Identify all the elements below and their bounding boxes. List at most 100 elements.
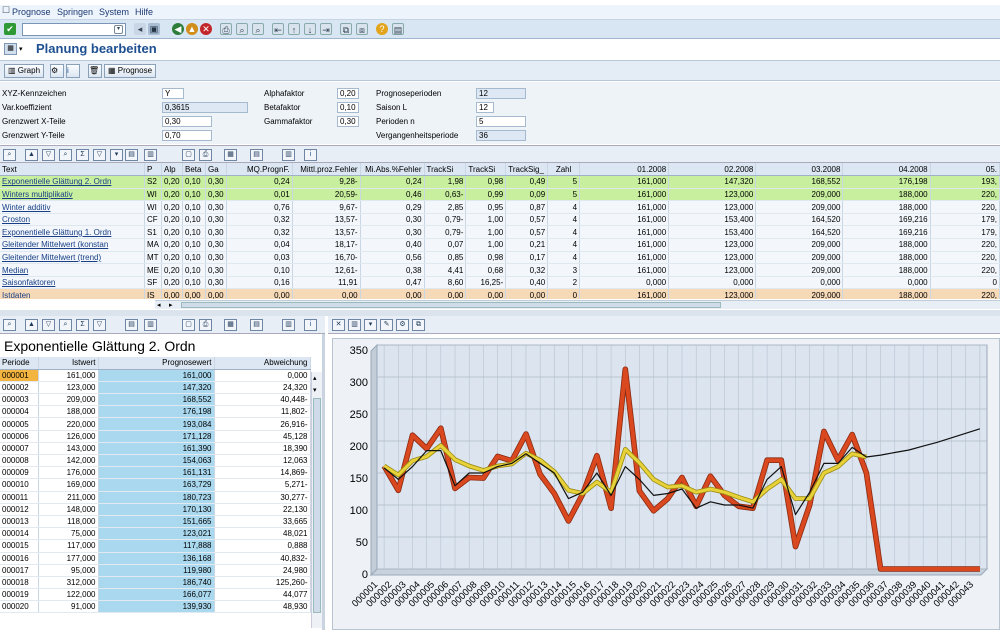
period-cell[interactable]: 000003 [0,393,39,407]
col-header[interactable]: TrackSig_ [505,163,549,177]
period-cell[interactable]: 000005 [0,417,39,431]
find-next-icon[interactable]: ⌕ [252,23,264,35]
sum-icon[interactable]: Σ [76,149,89,161]
grid-row[interactable]: Croston CF 0,20 0,10 0,30 0,32 13,57- 0,30 0,79-… [0,213,1000,227]
find-icon[interactable]: ⌕ [59,319,72,331]
next-page-icon[interactable]: ↓ [304,23,316,35]
scroll-right-icon[interactable]: ▸ [169,301,173,309]
settings-button[interactable]: ⚙ [50,64,64,78]
save-icon[interactable]: ▣ [148,23,160,35]
period-cell[interactable]: 000014 [0,527,39,541]
period-cell[interactable]: 000012 [0,503,39,516]
gamma-field[interactable]: 0,30 [337,116,359,127]
col-header[interactable]: TrackSi [424,163,467,177]
menu-prognose[interactable]: Prognose [12,7,51,17]
chart-export-icon[interactable]: ⧉ [412,319,425,331]
scroll-down-icon[interactable]: ▾ [313,386,317,394]
exit-icon[interactable]: ▲ [186,23,198,35]
help-icon[interactable]: ? [376,23,388,35]
subtotal-icon[interactable]: ▽ [93,149,106,161]
period-row[interactable]: 000020 91,000 139,930 48,930 [0,600,311,614]
period-cell[interactable]: 000016 [0,552,39,565]
chart-menu-icon[interactable]: ▾ [364,319,377,331]
period-cell[interactable]: 000009 [0,466,39,480]
chart-type-icon[interactable]: ▥ [348,319,361,331]
info-button[interactable]: i [66,64,80,78]
period-row[interactable]: 000003 209,000 168,552 40,448- [0,393,311,407]
period-row[interactable]: 000017 95,000 119,980 24,980 [0,564,311,577]
graph-button[interactable]: ▥ Graph [4,64,45,78]
col-header[interactable]: 04.2008 [842,163,931,177]
subtotal-icon[interactable]: ▽ [93,319,106,331]
period-cell[interactable]: 000018 [0,576,39,590]
saison-field[interactable]: 12 [476,102,494,113]
cancel-icon[interactable]: ✕ [200,23,212,35]
export-icon[interactable]: ▤ [125,319,138,331]
print-icon[interactable]: ⎙ [220,23,232,35]
enter-check-icon[interactable]: ✔ [4,23,16,35]
menu-icon[interactable]: ▦ [4,43,17,55]
nav-left-icon[interactable]: ◂ [134,23,146,35]
filter-icon[interactable]: ▽ [42,319,55,331]
period-row[interactable]: 000009 176,000 161,131 14,869- [0,466,311,480]
scroll-thumb[interactable] [313,398,321,613]
period-cell[interactable]: 000020 [0,600,39,614]
chart-edit-icon[interactable]: ✎ [380,319,393,331]
grid-row[interactable]: Istdaten IS 0,00 0,00 0,00 0,00 0,00 0,00 0,00 0,… [0,288,1000,299]
period-cell[interactable]: 000013 [0,515,39,529]
sort-asc-icon[interactable]: ▲ [25,149,38,161]
period-row[interactable]: 000012 148,000 170,130 22,130 [0,503,311,516]
col-header[interactable]: Mi.Abs.%Fehler [360,163,425,177]
method-name[interactable]: Croston [0,213,146,227]
grid-row[interactable]: Saisonfaktoren SF 0,20 0,10 0,30 0,16 11,91 0,4… [0,276,1000,290]
filter-icon[interactable]: ▽ [42,149,55,161]
period-row[interactable]: 000002 123,000 147,320 24,320 [0,381,311,395]
period-cell[interactable]: 000015 [0,539,39,553]
period-cell[interactable]: 000004 [0,405,39,419]
grid-row[interactable]: Median ME 0,20 0,10 0,30 0,10 12,61- 0,38 4,41 0,… [0,263,1000,277]
columns-icon[interactable]: ▤ [250,319,263,331]
period-cell[interactable]: 000007 [0,442,39,456]
method-name[interactable]: Istdaten [0,288,146,299]
method-name[interactable]: Gleitender Mittelwert (konstan [0,238,146,252]
period-cell[interactable]: 000010 [0,478,39,492]
period-row[interactable]: 000018 312,000 186,740 125,260- [0,576,311,590]
find-icon[interactable]: ⌕ [59,149,72,161]
gy-field[interactable]: 0,70 [162,130,212,141]
gx-field[interactable]: 0,30 [162,116,212,127]
columns-icon[interactable]: ▤ [250,149,263,161]
period-cell[interactable]: 000001 [0,369,39,382]
first-page-icon[interactable]: ⇤ [272,23,284,35]
close-chart-icon[interactable]: ✕ [332,319,345,331]
period-row[interactable]: 000001 161,000 161,000 0,000 [0,369,311,382]
col-header[interactable]: 05. [930,163,1000,177]
delete-button[interactable]: 🗑 [88,64,102,78]
command-field[interactable] [22,23,126,36]
chart-icon[interactable]: ▥ [282,149,295,161]
print-preview-icon[interactable]: ⎙ [199,319,212,331]
method-name[interactable]: Exponentielle Glättung 2. Ordn [0,175,146,189]
shortcut-icon[interactable]: ⧈ [356,23,368,35]
export-icon[interactable]: ▤ [125,149,138,161]
period-row[interactable]: 000019 122,000 166,077 44,077 [0,588,311,602]
grid-row[interactable]: Exponentielle Glättung 2. Ordn S2 0,20 0,10… [0,175,1000,189]
graph-small-icon[interactable]: ▥ [144,319,157,331]
period-cell[interactable]: 000019 [0,588,39,602]
period-cell[interactable]: 000011 [0,491,39,504]
scroll-left-icon[interactable]: ◂ [157,301,161,309]
col-header[interactable]: TrackSi [465,163,507,177]
filter-menu-icon[interactable]: ▾ [110,149,123,161]
horizontal-scrollbar[interactable]: ◂ ▸ [155,300,1000,309]
method-name[interactable]: Exponentielle Glättung 1. Ordn [0,225,146,240]
method-name[interactable]: Saisonfaktoren [0,276,146,290]
period-row[interactable]: 000011 211,000 180,723 30,277- [0,491,311,504]
back-icon[interactable]: ◀ [172,23,184,35]
col-header[interactable]: P [144,163,163,177]
prev-page-icon[interactable]: ↑ [288,23,300,35]
layout-icon[interactable]: ▦ [224,149,237,161]
period-cell[interactable]: 000006 [0,430,39,443]
details-icon[interactable]: ⌕ [3,319,16,331]
command-dropdown-icon[interactable]: ▾ [114,25,123,34]
scroll-thumb[interactable] [181,302,721,308]
period-row[interactable]: 000005 220,000 193,084 26,916- [0,417,311,431]
